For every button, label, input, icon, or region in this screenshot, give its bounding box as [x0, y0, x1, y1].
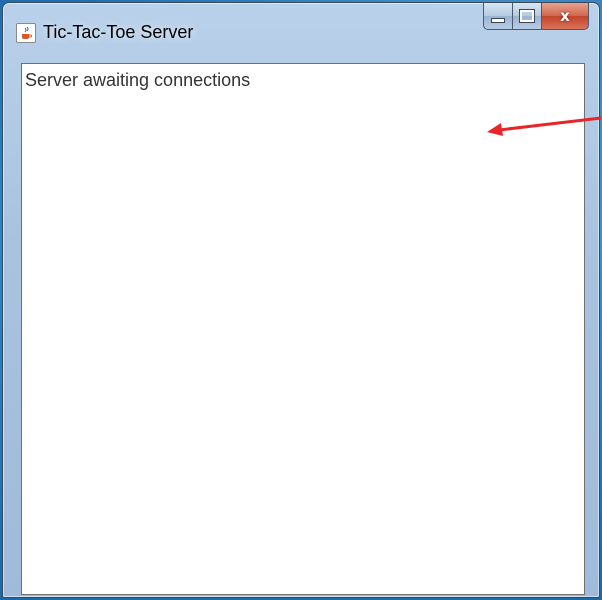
red-arrow-annotation [487, 116, 602, 136]
output-text-area[interactable]: Server awaiting connections [21, 63, 585, 595]
window-title: Tic-Tac-Toe Server [43, 22, 194, 42]
close-button[interactable]: x [542, 3, 589, 30]
server-window: Tic-Tac-Toe Server x Server awaiting con… [2, 2, 600, 598]
close-icon: x [560, 7, 570, 25]
caption-buttons: x [483, 3, 589, 30]
java-cup-icon[interactable] [16, 23, 36, 43]
maximize-icon [519, 9, 535, 23]
status-message: Server awaiting connections [25, 70, 251, 90]
minimize-icon [491, 17, 505, 23]
minimize-button[interactable] [483, 3, 513, 30]
maximize-button[interactable] [513, 3, 542, 30]
title-bar[interactable]: Tic-Tac-Toe Server x [3, 3, 599, 61]
